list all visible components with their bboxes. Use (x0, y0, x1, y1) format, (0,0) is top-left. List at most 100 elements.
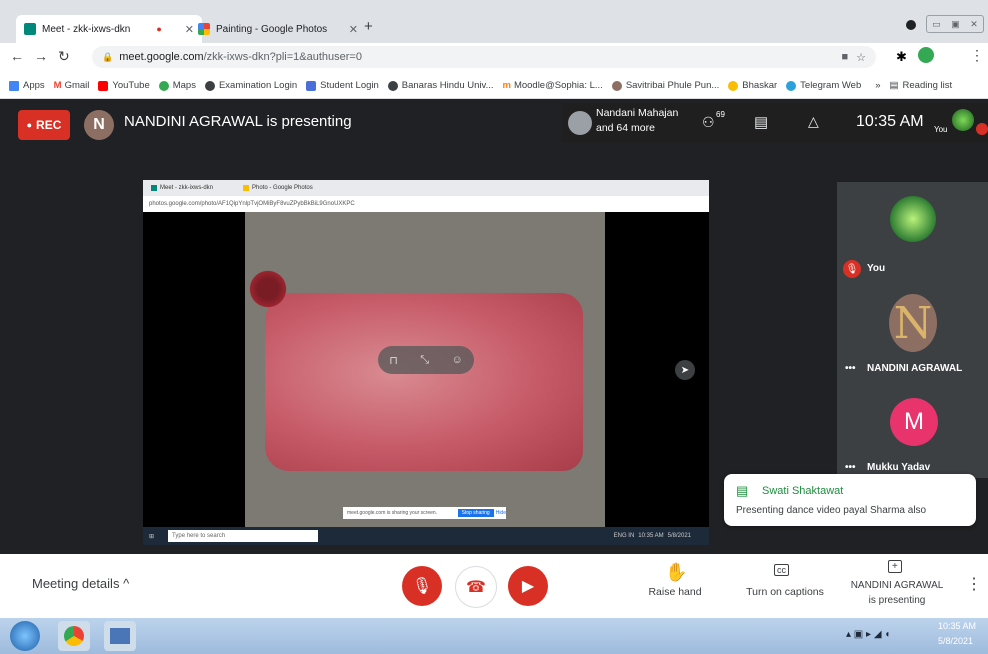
tile-more-icon[interactable]: ••• (845, 363, 856, 374)
crochet-flower-image (247, 268, 289, 310)
url-host: meet.google.com (119, 51, 204, 63)
reading-list-button[interactable]: ▤ Reading list (890, 80, 953, 91)
url-field[interactable]: 🔒 meet.google.com /zkk-ixws-dkn?pli=1&au… (92, 46, 876, 68)
present-icon[interactable]: + (888, 560, 902, 573)
people-icon[interactable]: ⚇ (702, 114, 715, 131)
menu-kebab-icon[interactable]: ⋮ (970, 47, 984, 64)
bookmark-bhaskar[interactable]: Bhaskar (728, 80, 777, 91)
reading-list-icon: ▤ (889, 80, 899, 91)
close-icon[interactable]: ✕ (349, 23, 358, 36)
bookmark-student-login[interactable]: Student Login (306, 80, 379, 91)
bookmark-savitribai[interactable]: Savitribai Phule Pun... (611, 80, 719, 91)
telegram-icon (786, 80, 797, 91)
crochet-purse-image (265, 293, 583, 471)
shield-icon (306, 80, 317, 91)
mic-toggle-button[interactable]: 🎙 (402, 566, 442, 606)
participant-avatar (568, 111, 592, 135)
camera-indicator-icon[interactable]: ■ (841, 51, 848, 63)
display-icon (110, 628, 130, 644)
stop-sharing-button: Stop sharing (457, 509, 494, 517)
chat-notification[interactable]: ▤ Swati Shaktawat Presenting dance video… (724, 474, 976, 526)
participant-tiles: 🎙 You N ••• NANDINI AGRAWAL M ••• Mukku … (837, 182, 988, 478)
participants-line1: Nandani Mahajan (596, 107, 679, 119)
explorer-taskbar-icon[interactable] (104, 621, 136, 651)
tile-more-icon[interactable]: ••• (845, 462, 856, 473)
close-window-icon[interactable]: ✕ (970, 19, 978, 30)
hide-button: Hide (495, 510, 506, 516)
participants-line2: and 64 more (596, 122, 655, 134)
tray-icons[interactable]: ▴ ▣ ▸ ◢ ◖ (846, 629, 890, 640)
tab-meet-title: Meet - zkk-ixws-dkn (42, 23, 131, 35)
bookmarks-bar: Apps M Gmail YouTube Maps Examination Log… (0, 73, 988, 99)
new-tab-button[interactable]: + (364, 18, 373, 35)
photos-favicon-icon (198, 23, 210, 35)
globe-icon (387, 80, 398, 91)
extensions-icon[interactable]: ✱ (896, 49, 907, 65)
camera-off-icon: ▶ (521, 578, 535, 595)
tile-name-mukku: Mukku Yadav (867, 462, 931, 473)
url-path: /zkk-ixws-dkn?pli=1&authuser=0 (203, 51, 362, 63)
taskbar-clock: 10:35 AM (938, 621, 977, 631)
self-muted-badge (976, 123, 988, 135)
globe-icon (204, 80, 215, 91)
windows-start-icon[interactable] (10, 621, 40, 651)
tab-photos[interactable]: Painting - Google Photos ✕ (190, 15, 366, 43)
meeting-details-button[interactable]: Meeting details ^ (32, 576, 129, 591)
taskbar-date: 5/8/2021 (938, 636, 974, 646)
profile-dot-icon[interactable] (906, 20, 916, 30)
tab-meet[interactable]: Meet - zkk-ixws-dkn ● ✕ (16, 15, 202, 43)
chat-message: Presenting dance video payal Sharma also (736, 505, 927, 516)
maximize-icon[interactable]: ▣ (951, 19, 960, 30)
meet-favicon-icon (151, 185, 157, 191)
present-label-2[interactable]: is presenting (842, 595, 952, 606)
you-label: You (934, 125, 948, 134)
windows-start-icon: ⊞ (149, 533, 155, 540)
star-icon[interactable]: ☆ (856, 51, 866, 64)
camera-toggle-button[interactable]: ▶ (508, 566, 548, 606)
maps-pin-icon (158, 80, 169, 91)
bookmark-examination-login[interactable]: Examination Login (204, 80, 297, 91)
youtube-icon (98, 80, 109, 91)
mic-off-icon: 🎙 (843, 260, 861, 278)
back-arrow-icon[interactable]: ← (10, 48, 24, 64)
raise-hand-label[interactable]: Raise hand (640, 586, 710, 598)
tab-photos-title: Painting - Google Photos (216, 23, 328, 35)
bookmark-telegram[interactable]: Telegram Web (786, 80, 861, 91)
shared-browser-url: photos.google.com/photo/AF1QipYnlpTvjOMi… (143, 196, 709, 212)
bookmark-youtube[interactable]: YouTube (98, 80, 150, 91)
profile-avatar-icon[interactable] (918, 47, 934, 63)
emoji-icon: ☺ (451, 354, 463, 366)
bookmark-apps[interactable]: Apps (9, 80, 45, 91)
chat-icon[interactable]: ▤ (754, 113, 768, 131)
presenting-banner: NANDINI AGRAWAL is presenting (124, 113, 352, 130)
leave-call-button[interactable]: ☎ (455, 566, 497, 608)
present-label-1[interactable]: NANDINI AGRAWAL (842, 580, 952, 591)
forward-arrow-icon[interactable]: → (34, 48, 48, 64)
meet-top-right-bar: Nandani Mahajan and 64 more ⚇ 69 ▤ △ 10:… (562, 103, 988, 143)
tile-name-you: You (867, 263, 886, 274)
self-avatar[interactable] (952, 109, 974, 131)
activities-icon[interactable]: △ (808, 113, 819, 130)
self-tile-avatar (890, 196, 936, 242)
reload-icon[interactable]: ↻ (58, 48, 70, 65)
bookmark-gmail[interactable]: M Gmail (54, 80, 90, 91)
bookmark-moodle[interactable]: m Moodle@Sophia: L... (502, 80, 602, 91)
chrome-taskbar-icon[interactable] (58, 621, 90, 651)
meet-favicon-icon (24, 23, 36, 35)
bookmark-bhu[interactable]: Banaras Hindu Univ... (387, 80, 493, 91)
photos-favicon-icon (243, 185, 250, 191)
record-dot-icon: ● (26, 120, 33, 130)
meet-control-bar: Meeting details ^ 🎙 ☎ ▶ ✋ Raise hand cc … (0, 554, 988, 618)
pin-icon: ⊓ (389, 354, 398, 367)
more-options-icon[interactable]: ⋮ (966, 574, 982, 594)
end-call-icon: ☎ (466, 579, 486, 596)
windows-taskbar: ▴ ▣ ▸ ◢ ◖ 10:35 AM 5/8/2021 (0, 618, 988, 654)
raise-hand-icon[interactable]: ✋ (665, 562, 687, 583)
mukku-avatar: M (890, 398, 938, 446)
window-controls: ▭ ▣ ✕ (926, 15, 984, 33)
bookmark-maps[interactable]: Maps (158, 80, 196, 91)
minimize-icon[interactable]: ▭ (932, 19, 941, 30)
captions-icon[interactable]: cc (774, 564, 789, 576)
bookmarks-overflow-button[interactable]: » (875, 80, 880, 91)
captions-label[interactable]: Turn on captions (740, 586, 830, 598)
